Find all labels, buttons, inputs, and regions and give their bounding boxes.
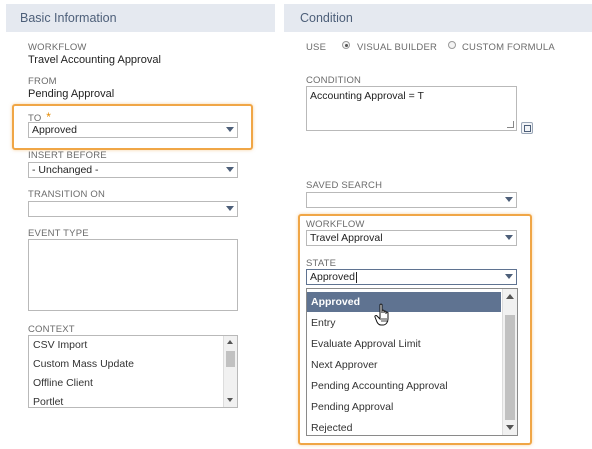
list-item[interactable]: Offline Client [29,374,237,393]
saved-search-select[interactable] [306,192,517,208]
condition-header: Condition [284,4,592,32]
insert-before-select[interactable]: - Unchanged - [28,162,238,178]
condition-value: Accounting Approval = T [310,90,424,102]
dropdown-arrow-icon [226,127,234,132]
dropdown-arrow-icon [505,274,513,279]
state-option-rejected[interactable]: Rejected [307,418,517,435]
scroll-up-icon[interactable] [227,340,233,344]
dropdown-arrow-icon [226,206,234,211]
use-label: USE [306,42,327,53]
hand-cursor-icon [374,303,389,326]
text-cursor [355,271,357,283]
scroll-up-icon[interactable] [506,294,514,299]
expand-icon-inner [524,125,531,132]
state-select[interactable]: Approved [306,269,517,285]
visual-builder-label[interactable]: VISUAL BUILDER [357,42,437,53]
context-list[interactable]: CSV Import Custom Mass Update Offline Cl… [28,335,238,408]
context-scrollbar[interactable] [223,336,237,407]
dropdown-arrow-icon [226,167,234,172]
state-option-approved[interactable]: Approved [307,292,501,312]
state-option-pending-approval[interactable]: Pending Approval [307,397,517,417]
to-select-value: Approved [32,124,77,136]
list-item[interactable]: Portlet [29,393,237,407]
transition-on-label: TRANSITION ON [28,189,106,200]
state-option-pending-accounting-approval[interactable]: Pending Accounting Approval [307,376,517,396]
workflow-label: WORKFLOW [28,42,87,53]
list-item[interactable]: CSV Import [29,336,237,355]
basic-information-header: Basic Information [6,4,275,32]
scroll-down-icon[interactable] [506,425,514,430]
dropdown-arrow-icon [505,197,513,202]
from-value: Pending Approval [28,88,115,100]
condition-workflow-value: Travel Approval [310,232,383,244]
condition-workflow-select[interactable]: Travel Approval [306,230,517,246]
condition-textarea[interactable]: Accounting Approval = T [306,86,517,131]
scroll-down-icon[interactable] [227,398,233,402]
state-label: STATE [306,258,337,269]
scroll-thumb[interactable] [226,351,235,367]
radio-dot [345,44,348,47]
custom-formula-label[interactable]: CUSTOM FORMULA [462,42,555,53]
state-option-evaluate-approval-limit[interactable]: Evaluate Approval Limit [307,334,517,354]
condition-label: CONDITION [306,75,362,86]
resize-handle-icon[interactable] [507,121,514,128]
condition-title: Condition [300,11,353,25]
scroll-thumb[interactable] [505,315,515,420]
condition-workflow-label: WORKFLOW [306,219,365,230]
dropdown-arrow-icon [505,235,513,240]
radio-icon[interactable] [448,41,456,49]
basic-information-title: Basic Information [20,11,117,25]
transition-on-select[interactable] [28,201,238,217]
state-option-entry[interactable]: Entry [307,313,517,333]
saved-search-label: SAVED SEARCH [306,180,383,191]
event-type-label: EVENT TYPE [28,228,89,239]
state-option-next-approver[interactable]: Next Approver [307,355,517,375]
from-label: FROM [28,76,57,87]
list-item[interactable]: Custom Mass Update [29,355,237,374]
expand-icon[interactable] [521,122,533,134]
insert-before-value: - Unchanged - [32,164,99,176]
state-list-scrollbar[interactable] [502,289,517,435]
workflow-value: Travel Accounting Approval [28,54,161,66]
event-type-list[interactable] [28,239,238,311]
insert-before-label: INSERT BEFORE [28,150,107,161]
radio-icon[interactable] [342,41,350,49]
context-label: CONTEXT [28,324,75,335]
state-select-value: Approved [310,271,355,283]
to-select[interactable]: Approved [28,122,238,138]
state-dropdown-list[interactable]: Approved Entry Evaluate Approval Limit N… [306,288,518,436]
